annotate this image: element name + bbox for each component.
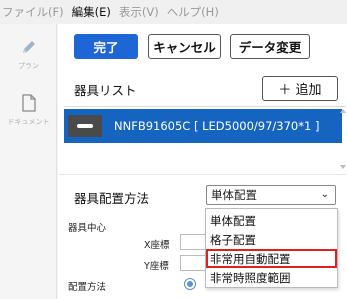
placement-select[interactable]: 単体配置 ⌄ [206,185,336,205]
list-scrollbar[interactable] [340,107,346,197]
scroll-down-icon[interactable] [340,165,346,169]
option-emergency-illuminance-range[interactable]: 非常時照度範囲 [206,268,337,287]
section-divider [58,174,347,175]
menu-file[interactable]: ファイル(F) [2,4,64,20]
chevron-down-icon: ⌄ [320,189,329,200]
list-item-label: NNFB91605C [ LED5000/97/370*1 ] [114,119,320,133]
menu-view[interactable]: 表示(V) [119,4,159,20]
option-grid-placement[interactable]: 格子配置 [206,230,337,249]
left-rail: プラン ドキュメント [0,24,57,299]
placement-method-label: 配置方法 [68,282,107,293]
placement-title: 器具配置方法 [74,191,150,206]
x-coord-label: X座標 [144,240,170,251]
menu-bar: ファイル(F) 編集(E) 表示(V) ヘルプ(H) [0,0,347,24]
rail-item-document[interactable]: ドキュメント [0,94,57,127]
rail-item-plan[interactable]: プラン [0,38,57,71]
scroll-up-icon[interactable] [340,109,346,113]
placement-method-radio[interactable] [184,278,196,290]
document-icon [21,94,36,112]
add-button[interactable]: ＋ 追加 [262,76,338,101]
rail-item-document-label: ドキュメント [7,118,50,126]
placement-dropdown: 単体配置 格子配置 非常用自動配置 非常時照度範囲 [205,208,338,288]
fixture-center-label: 器具中心 [68,223,107,234]
x-coord-input[interactable] [180,234,208,250]
fixture-list-title: 器具リスト [74,83,137,98]
y-coord-input[interactable] [180,255,208,271]
fixture-list: NNFB91605C [ LED5000/97/370*1 ] [64,106,346,196]
list-item[interactable]: NNFB91605C [ LED5000/97/370*1 ] [64,109,342,143]
option-single-placement[interactable]: 単体配置 [206,211,337,230]
y-coord-label: Y座標 [144,261,169,272]
menu-edit[interactable]: 編集(E) [72,4,111,20]
done-button[interactable]: 完了 [74,34,138,59]
placement-select-value: 単体配置 [211,188,257,202]
option-emergency-auto-placement[interactable]: 非常用自動配置 [206,249,337,268]
cancel-button[interactable]: キャンセル [148,34,221,59]
menu-help[interactable]: ヘルプ(H) [167,4,219,20]
rail-item-plan-label: プラン [18,62,39,70]
pencil-icon [22,41,35,53]
fixture-thumbnail [68,115,102,137]
data-change-button[interactable]: データ変更 [230,34,310,59]
